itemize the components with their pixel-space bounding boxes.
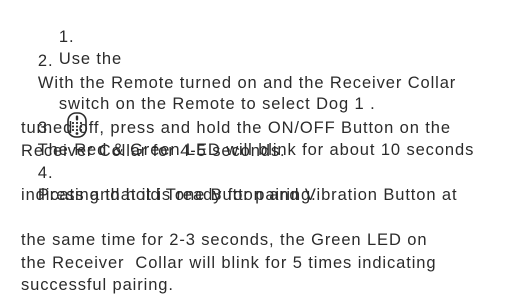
pairing-instructions: 1. Use the switch on the Remote to selec…	[0, 0, 526, 295]
step-2-number: 2.	[37, 51, 54, 70]
step-3-number: 3.	[37, 118, 54, 137]
step-4-line-2: the same time for 2-3 seconds, the Green…	[21, 231, 428, 249]
step-4-line-1: 4. Press and hold Tone Button and Vibrat…	[5, 139, 457, 229]
step-4-number: 4.	[37, 163, 54, 182]
step-2-text-line-1: With the Remote turned on and the Receiv…	[37, 74, 457, 92]
step-4-line-4: successful pairing.	[21, 276, 174, 294]
step-4-line-3: the Receiver Collar will blink for 5 tim…	[21, 253, 437, 272]
step-4: 4. Press and hold Tone Button and Vibrat…	[5, 139, 457, 297]
step-4-text-line-1: Press and hold Tone Button and Vibration…	[37, 186, 458, 204]
